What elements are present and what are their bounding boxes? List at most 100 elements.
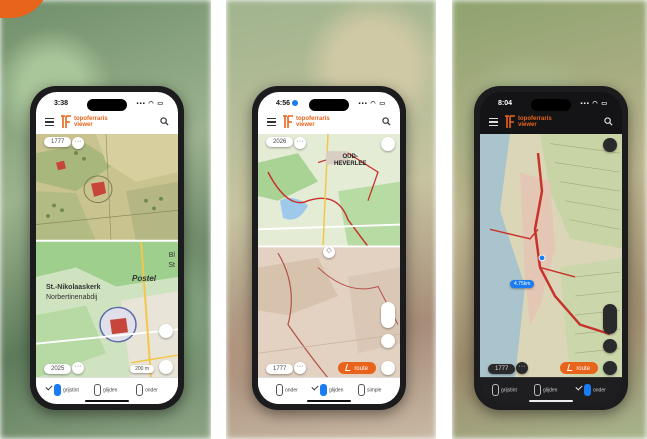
map-view[interactable]: 4.75km 1777 ··· route	[480, 134, 622, 378]
chart-icon[interactable]	[381, 137, 395, 151]
app-header: topoferraris viewer	[36, 112, 178, 134]
mode-icon	[54, 384, 61, 396]
map-label-town: OUD- HEVERLEE	[334, 154, 366, 168]
route-button[interactable]: route	[338, 362, 376, 374]
tab-glijden[interactable]: glijden	[311, 383, 344, 396]
zoom-controls[interactable]	[381, 302, 395, 328]
route-label: route	[354, 366, 368, 372]
map-view[interactable]: 1777 ··· St.-Nikolaaskerk Norbertinenabd…	[36, 134, 178, 378]
zoom-out-icon[interactable]	[159, 324, 173, 338]
map-label: St.-Nikolaaskerk	[46, 284, 101, 291]
mode-icon	[584, 384, 591, 396]
more-icon[interactable]: ···	[72, 137, 84, 149]
map-label: Postel	[132, 274, 157, 283]
check-icon	[311, 383, 319, 391]
tab-label: simple	[367, 387, 382, 394]
tab-label: onder	[593, 387, 606, 394]
year-selector-bottom[interactable]: 1777	[488, 364, 516, 374]
tab-grijstint[interactable]: grijstint	[492, 384, 517, 396]
more-icon[interactable]: ···	[294, 362, 306, 374]
view-mode-bar: grijstint glijden onder	[36, 377, 178, 404]
brand-name: topoferraris viewer	[74, 116, 108, 128]
phone-frame: 8:04 ▪▪▪ ◠ ▭ topoferraris viewer 4.75km …	[474, 86, 628, 410]
promo-panel-3: 8:04 ▪▪▪ ◠ ▭ topoferraris viewer 4.75km …	[452, 0, 647, 439]
tab-grijstint[interactable]: grijstint	[45, 383, 79, 396]
layers-icon[interactable]	[381, 334, 395, 348]
year-selector-top[interactable]: 1777	[44, 137, 72, 147]
phone-frame: 3:38 ▪▪▪ ◠ ▭ topoferraris viewer 1777 ··…	[30, 86, 184, 410]
signal-wifi-battery-icon: ▪▪▪ ◠ ▭	[580, 101, 608, 107]
walk-icon	[567, 364, 575, 371]
distance-label: 4.75km	[510, 280, 535, 288]
promo-panel-1: 3:38 ▪▪▪ ◠ ▭ topoferraris viewer 1777 ··…	[0, 0, 211, 439]
check-icon	[45, 383, 53, 391]
app-header: topoferraris viewer	[480, 112, 622, 134]
brand-line-2: viewer	[74, 122, 93, 128]
menu-icon[interactable]	[267, 118, 276, 127]
tab-onder[interactable]: onder	[136, 384, 158, 396]
mode-icon	[358, 384, 365, 396]
swipe-handle-icon[interactable]: ◇	[323, 246, 335, 258]
tab-label: glijden	[329, 387, 344, 394]
route-label: route	[576, 366, 590, 372]
tab-glijden[interactable]: glijden	[94, 384, 117, 396]
dynamic-island	[309, 99, 349, 111]
logo-icon	[283, 115, 293, 128]
phone-frame: 4:56 ▪▪▪ ◠ ▭ topoferraris viewer 2026 ··…	[252, 86, 406, 410]
status-time: 8:04	[498, 100, 513, 107]
layers-icon[interactable]	[159, 360, 173, 374]
tab-label: onder	[285, 387, 298, 394]
more-icon[interactable]: ···	[516, 362, 528, 374]
location-icon	[292, 100, 299, 107]
tab-glijden[interactable]: glijden	[534, 384, 557, 396]
map-label: St	[168, 262, 175, 269]
map-view[interactable]: 2026 ··· OUD- HEVERLEE ◇ 1777 ··· route	[258, 134, 400, 378]
search-icon[interactable]	[604, 117, 613, 126]
year-selector-bottom[interactable]: 2025	[44, 364, 72, 374]
tab-label: glijden	[103, 387, 118, 394]
tab-label: grijstint	[63, 387, 79, 394]
app-screen: 8:04 ▪▪▪ ◠ ▭ topoferraris viewer 4.75km …	[480, 92, 622, 404]
view-mode-bar: onder glijden simple	[258, 377, 400, 404]
tab-simple[interactable]: simple	[358, 384, 381, 396]
signal-wifi-battery-icon: ▪▪▪ ◠ ▭	[358, 101, 386, 107]
year-selector-bottom[interactable]: 1777	[266, 364, 294, 374]
map-label: OUD-	[342, 154, 358, 160]
tab-onder[interactable]: onder	[575, 383, 606, 396]
zoom-controls[interactable]	[603, 304, 617, 334]
menu-icon[interactable]	[489, 118, 498, 127]
menu-icon[interactable]	[45, 118, 54, 127]
more-icon[interactable]: ···	[72, 362, 84, 374]
scale-bar: 200 m	[130, 365, 154, 373]
brand-line-2: viewer	[518, 122, 537, 128]
brand-name: topoferraris viewer	[518, 116, 552, 128]
tab-label: grijstint	[501, 387, 517, 394]
locate-icon[interactable]	[381, 361, 395, 375]
more-icon[interactable]: ···	[294, 137, 306, 149]
route-button[interactable]: route	[560, 362, 598, 374]
chart-icon[interactable]	[603, 138, 617, 152]
home-indicator	[85, 400, 129, 402]
view-mode-bar: grijstint glijden onder	[480, 377, 622, 404]
mode-icon	[492, 384, 499, 396]
search-icon[interactable]	[382, 117, 391, 126]
map-label: Norbertinenabdij	[46, 294, 98, 301]
historic-city-map	[480, 134, 622, 378]
app-screen: 4:56 ▪▪▪ ◠ ▭ topoferraris viewer 2026 ··…	[258, 92, 400, 404]
tab-label: onder	[145, 387, 158, 394]
promo-panel-2: 4:56 ▪▪▪ ◠ ▭ topoferraris viewer 2026 ··…	[226, 0, 436, 439]
dynamic-island	[87, 99, 127, 111]
year-selector-top[interactable]: 2026	[266, 137, 294, 147]
walk-icon	[345, 364, 353, 371]
tab-onder[interactable]: onder	[276, 384, 298, 396]
brand-name: topoferraris viewer	[296, 116, 330, 128]
signal-wifi-battery-icon: ▪▪▪ ◠ ▭	[136, 101, 164, 107]
status-time: 3:38	[54, 100, 69, 107]
app-screen: 3:38 ▪▪▪ ◠ ▭ topoferraris viewer 1777 ··…	[36, 92, 178, 404]
historic-map-top	[36, 134, 178, 241]
mode-icon	[94, 384, 101, 396]
layers-icon[interactable]	[603, 339, 617, 353]
mode-icon	[276, 384, 283, 396]
search-icon[interactable]	[160, 117, 169, 126]
locate-icon[interactable]	[603, 361, 617, 375]
